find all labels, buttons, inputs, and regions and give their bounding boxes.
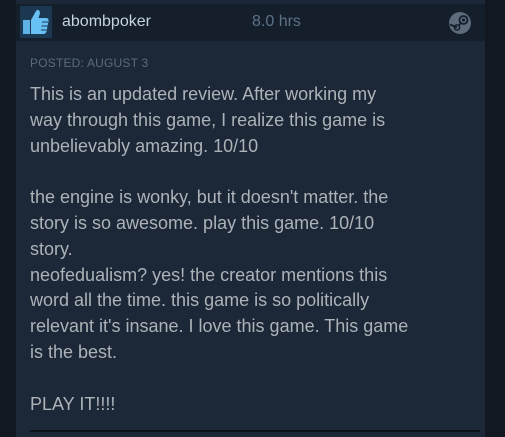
review-text-line: unbelievably amazing. 10/10 [30, 135, 259, 156]
review-text-line: PLAY IT!!!! [30, 393, 116, 414]
review-body: This is an updated review. After working… [30, 82, 475, 417]
review-text-line: word all the time. this game is so polit… [30, 290, 370, 311]
review-text-line: the engine is wonky, but it doesn't matt… [30, 187, 389, 208]
review-text-line: story is so awesome. play this game. 10/… [30, 212, 375, 233]
steam-icon [448, 11, 472, 35]
posted-date: POSTED: AUGUST 3 [30, 56, 149, 70]
review-text-line: relevant it's insane. I love this game. … [30, 316, 409, 337]
review-text-line: way through this game, I realize this ga… [30, 109, 386, 130]
review-header: abombpoker 8.0 hrs [16, 4, 485, 41]
review-text-line: is the best. [30, 341, 118, 362]
playtime-hours: 8.0 hrs [252, 13, 301, 30]
review-text-line: This is an updated review. After working… [30, 84, 377, 104]
thumbs-up-icon [20, 6, 52, 38]
review-text-line: neofedualism? yes! the creator mentions … [30, 264, 388, 285]
divider [30, 430, 480, 432]
review-text-line: story. [30, 238, 73, 259]
review-card: abombpoker 8.0 hrs POSTED: AUGUST 3 This… [16, 0, 485, 437]
reviewer-name[interactable]: abombpoker [62, 13, 151, 31]
